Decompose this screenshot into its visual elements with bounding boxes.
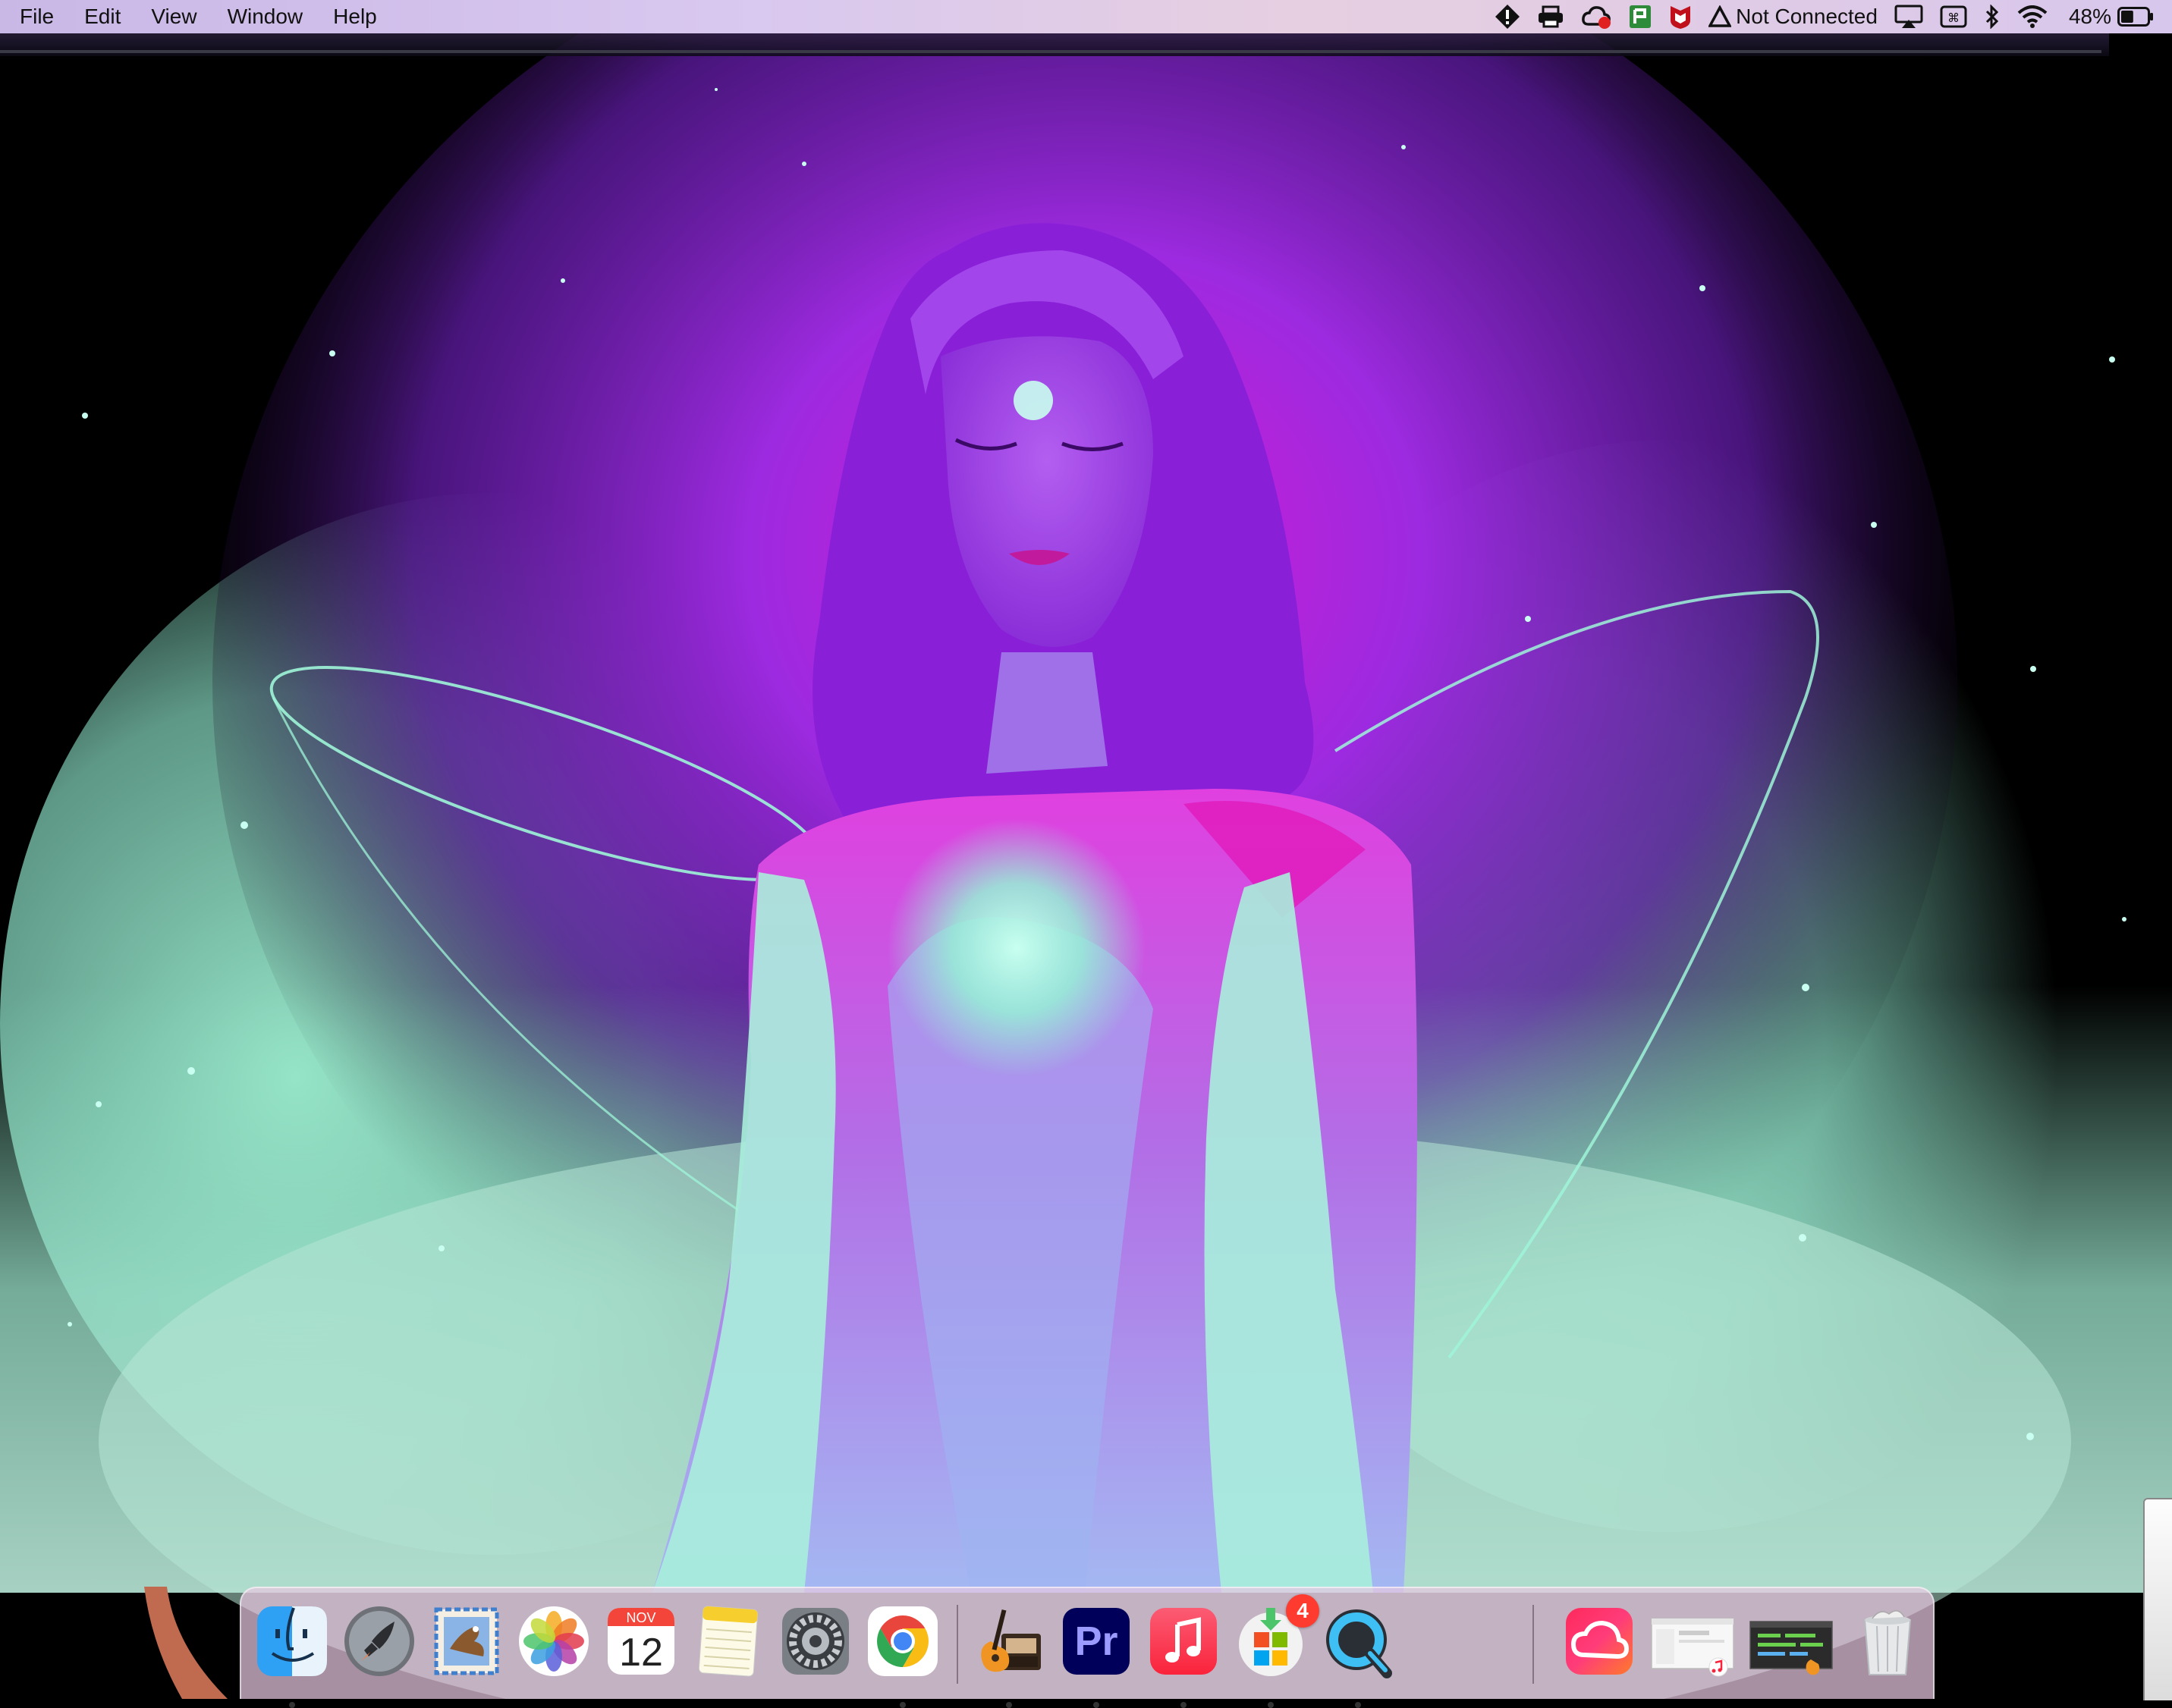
- trash-icon[interactable]: [1850, 1603, 1925, 1679]
- running-indicator: [1006, 1702, 1012, 1708]
- menu-file[interactable]: File: [20, 5, 54, 29]
- notification-badge: 4: [1286, 1594, 1319, 1628]
- finder-icon[interactable]: [254, 1603, 330, 1708]
- menu-help[interactable]: Help: [333, 5, 377, 29]
- creative-cloud-sync-icon[interactable]: [1581, 3, 1611, 30]
- green-status-icon[interactable]: [1628, 3, 1652, 30]
- dock-separator: [1532, 1605, 1534, 1684]
- alert-icon[interactable]: [1495, 3, 1520, 30]
- calendar-day: 12: [619, 1631, 663, 1675]
- vpn-status-text: Not Connected: [1736, 5, 1878, 28]
- menu-edit[interactable]: Edit: [84, 5, 121, 29]
- menu-bar: File Edit View Window Help Not Connected…: [0, 0, 2172, 33]
- bluetooth-icon[interactable]: [1984, 3, 2001, 30]
- menu-window[interactable]: Window: [228, 5, 303, 29]
- dock-separator: [957, 1605, 958, 1684]
- running-indicator: [289, 1702, 295, 1708]
- music-icon[interactable]: [1146, 1603, 1221, 1708]
- vpn-icon[interactable]: Not Connected: [1708, 3, 1878, 30]
- mail-icon[interactable]: [429, 1603, 504, 1679]
- running-indicator: [1355, 1702, 1361, 1708]
- microsoft-autoupdate-icon[interactable]: 4: [1233, 1594, 1319, 1708]
- dock: NOV 12 Pr 4: [240, 1587, 1935, 1708]
- printer-icon[interactable]: [1537, 3, 1564, 30]
- airplay-icon[interactable]: [1894, 3, 1923, 30]
- running-indicator: [1093, 1702, 1099, 1708]
- calendar-icon[interactable]: NOV 12: [603, 1603, 679, 1679]
- calendar-month: NOV: [626, 1610, 655, 1625]
- running-indicator: [1268, 1702, 1274, 1708]
- offscreen-window-edge[interactable]: [2143, 1498, 2172, 1700]
- premiere-icon[interactable]: Pr: [1058, 1603, 1134, 1708]
- premiere-label: Pr: [1074, 1619, 1117, 1664]
- garageband-icon[interactable]: [971, 1603, 1047, 1708]
- battery-percent: 48%: [2068, 5, 2111, 28]
- wifi-icon[interactable]: [2017, 3, 2048, 30]
- menu-view[interactable]: View: [151, 5, 196, 29]
- chrome-icon[interactable]: [865, 1603, 941, 1708]
- notes-icon[interactable]: [690, 1603, 766, 1679]
- creative-cloud-icon[interactable]: [1561, 1603, 1637, 1679]
- launchpad-icon[interactable]: [341, 1603, 417, 1679]
- quicktime-icon[interactable]: [1320, 1603, 1396, 1708]
- minimized-garageband-window-icon[interactable]: [1747, 1603, 1835, 1679]
- desktop-wallpaper: [0, 0, 2172, 1699]
- battery-status[interactable]: 48%: [2064, 3, 2154, 30]
- mcafee-icon[interactable]: [1669, 3, 1692, 30]
- system-preferences-icon[interactable]: [778, 1603, 853, 1679]
- running-indicator: [900, 1702, 906, 1708]
- svg-text:⌘: ⌘: [1947, 11, 1960, 25]
- app-menus: File Edit View Window Help: [0, 0, 407, 33]
- window-edge-line: [0, 50, 2101, 53]
- photos-icon[interactable]: [516, 1603, 592, 1679]
- status-menus: Not Connected ⌘ 48%: [1478, 0, 2172, 33]
- minimized-music-window-icon[interactable]: [1649, 1603, 1737, 1679]
- battery-icon: [2117, 7, 2153, 27]
- keyboard-shortcut-icon[interactable]: ⌘: [1940, 3, 1967, 30]
- running-indicator: [1180, 1702, 1187, 1708]
